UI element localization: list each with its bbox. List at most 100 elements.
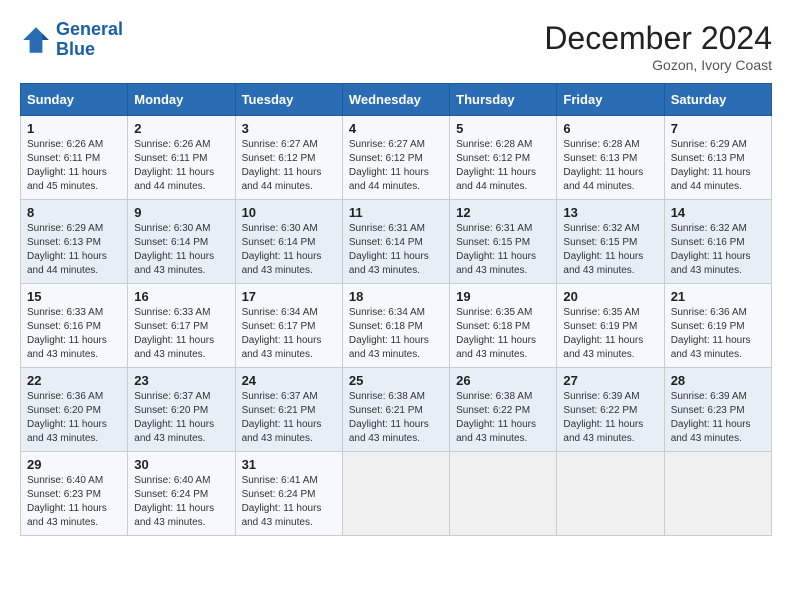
day-info: Sunrise: 6:34 AM Sunset: 6:17 PM Dayligh… <box>242 306 336 362</box>
month-title: December 2024 <box>544 20 772 57</box>
calendar-day-cell: 3 Sunrise: 6:27 AM Sunset: 6:12 PM Dayli… <box>235 116 342 200</box>
calendar-week-row: 8 Sunrise: 6:29 AM Sunset: 6:13 PM Dayli… <box>21 200 772 284</box>
day-of-week-header: Monday <box>128 84 235 116</box>
day-info: Sunrise: 6:29 AM Sunset: 6:13 PM Dayligh… <box>27 222 121 278</box>
day-info: Sunrise: 6:26 AM Sunset: 6:11 PM Dayligh… <box>134 138 228 194</box>
day-info: Sunrise: 6:38 AM Sunset: 6:21 PM Dayligh… <box>349 390 443 446</box>
calendar-day-cell: 29 Sunrise: 6:40 AM Sunset: 6:23 PM Dayl… <box>21 452 128 536</box>
day-info: Sunrise: 6:30 AM Sunset: 6:14 PM Dayligh… <box>242 222 336 278</box>
day-number: 18 <box>349 289 443 304</box>
calendar-body: 1 Sunrise: 6:26 AM Sunset: 6:11 PM Dayli… <box>21 116 772 536</box>
day-info: Sunrise: 6:39 AM Sunset: 6:22 PM Dayligh… <box>563 390 657 446</box>
day-info: Sunrise: 6:40 AM Sunset: 6:23 PM Dayligh… <box>27 474 121 530</box>
calendar-day-cell: 16 Sunrise: 6:33 AM Sunset: 6:17 PM Dayl… <box>128 284 235 368</box>
calendar-day-cell: 9 Sunrise: 6:30 AM Sunset: 6:14 PM Dayli… <box>128 200 235 284</box>
calendar-day-cell: 6 Sunrise: 6:28 AM Sunset: 6:13 PM Dayli… <box>557 116 664 200</box>
day-of-week-header: Tuesday <box>235 84 342 116</box>
calendar-day-cell: 7 Sunrise: 6:29 AM Sunset: 6:13 PM Dayli… <box>664 116 771 200</box>
calendar-day-cell <box>342 452 449 536</box>
calendar-day-cell: 2 Sunrise: 6:26 AM Sunset: 6:11 PM Dayli… <box>128 116 235 200</box>
calendar-day-cell: 13 Sunrise: 6:32 AM Sunset: 6:15 PM Dayl… <box>557 200 664 284</box>
day-info: Sunrise: 6:37 AM Sunset: 6:20 PM Dayligh… <box>134 390 228 446</box>
location-subtitle: Gozon, Ivory Coast <box>544 57 772 73</box>
day-info: Sunrise: 6:35 AM Sunset: 6:19 PM Dayligh… <box>563 306 657 362</box>
calendar-day-cell: 28 Sunrise: 6:39 AM Sunset: 6:23 PM Dayl… <box>664 368 771 452</box>
day-info: Sunrise: 6:32 AM Sunset: 6:16 PM Dayligh… <box>671 222 765 278</box>
calendar-day-cell: 19 Sunrise: 6:35 AM Sunset: 6:18 PM Dayl… <box>450 284 557 368</box>
day-info: Sunrise: 6:28 AM Sunset: 6:12 PM Dayligh… <box>456 138 550 194</box>
calendar-week-row: 29 Sunrise: 6:40 AM Sunset: 6:23 PM Dayl… <box>21 452 772 536</box>
day-info: Sunrise: 6:41 AM Sunset: 6:24 PM Dayligh… <box>242 474 336 530</box>
day-number: 1 <box>27 121 121 136</box>
day-info: Sunrise: 6:28 AM Sunset: 6:13 PM Dayligh… <box>563 138 657 194</box>
calendar-day-cell: 14 Sunrise: 6:32 AM Sunset: 6:16 PM Dayl… <box>664 200 771 284</box>
day-info: Sunrise: 6:35 AM Sunset: 6:18 PM Dayligh… <box>456 306 550 362</box>
day-number: 2 <box>134 121 228 136</box>
calendar-table: SundayMondayTuesdayWednesdayThursdayFrid… <box>20 83 772 536</box>
calendar-day-cell <box>557 452 664 536</box>
day-of-week-header: Saturday <box>664 84 771 116</box>
day-number: 12 <box>456 205 550 220</box>
day-number: 13 <box>563 205 657 220</box>
day-of-week-header: Wednesday <box>342 84 449 116</box>
calendar-day-cell: 20 Sunrise: 6:35 AM Sunset: 6:19 PM Dayl… <box>557 284 664 368</box>
calendar-day-cell: 30 Sunrise: 6:40 AM Sunset: 6:24 PM Dayl… <box>128 452 235 536</box>
day-number: 16 <box>134 289 228 304</box>
day-number: 5 <box>456 121 550 136</box>
day-number: 14 <box>671 205 765 220</box>
calendar-day-cell: 27 Sunrise: 6:39 AM Sunset: 6:22 PM Dayl… <box>557 368 664 452</box>
calendar-day-cell <box>450 452 557 536</box>
day-of-week-header: Thursday <box>450 84 557 116</box>
day-number: 23 <box>134 373 228 388</box>
day-number: 6 <box>563 121 657 136</box>
logo: General Blue <box>20 20 123 60</box>
calendar-week-row: 1 Sunrise: 6:26 AM Sunset: 6:11 PM Dayli… <box>21 116 772 200</box>
day-number: 26 <box>456 373 550 388</box>
day-info: Sunrise: 6:31 AM Sunset: 6:14 PM Dayligh… <box>349 222 443 278</box>
day-number: 24 <box>242 373 336 388</box>
day-info: Sunrise: 6:26 AM Sunset: 6:11 PM Dayligh… <box>27 138 121 194</box>
day-number: 11 <box>349 205 443 220</box>
day-number: 7 <box>671 121 765 136</box>
day-number: 29 <box>27 457 121 472</box>
day-number: 28 <box>671 373 765 388</box>
day-info: Sunrise: 6:39 AM Sunset: 6:23 PM Dayligh… <box>671 390 765 446</box>
day-info: Sunrise: 6:31 AM Sunset: 6:15 PM Dayligh… <box>456 222 550 278</box>
day-info: Sunrise: 6:29 AM Sunset: 6:13 PM Dayligh… <box>671 138 765 194</box>
calendar-day-cell: 18 Sunrise: 6:34 AM Sunset: 6:18 PM Dayl… <box>342 284 449 368</box>
day-number: 8 <box>27 205 121 220</box>
calendar-day-cell: 1 Sunrise: 6:26 AM Sunset: 6:11 PM Dayli… <box>21 116 128 200</box>
day-info: Sunrise: 6:33 AM Sunset: 6:16 PM Dayligh… <box>27 306 121 362</box>
day-info: Sunrise: 6:37 AM Sunset: 6:21 PM Dayligh… <box>242 390 336 446</box>
day-info: Sunrise: 6:34 AM Sunset: 6:18 PM Dayligh… <box>349 306 443 362</box>
calendar-day-cell: 24 Sunrise: 6:37 AM Sunset: 6:21 PM Dayl… <box>235 368 342 452</box>
day-number: 25 <box>349 373 443 388</box>
day-number: 27 <box>563 373 657 388</box>
day-info: Sunrise: 6:30 AM Sunset: 6:14 PM Dayligh… <box>134 222 228 278</box>
day-info: Sunrise: 6:32 AM Sunset: 6:15 PM Dayligh… <box>563 222 657 278</box>
logo-text: General Blue <box>56 20 123 60</box>
calendar-day-cell: 11 Sunrise: 6:31 AM Sunset: 6:14 PM Dayl… <box>342 200 449 284</box>
day-info: Sunrise: 6:40 AM Sunset: 6:24 PM Dayligh… <box>134 474 228 530</box>
day-number: 10 <box>242 205 336 220</box>
calendar-day-cell <box>664 452 771 536</box>
title-block: December 2024 Gozon, Ivory Coast <box>544 20 772 73</box>
day-info: Sunrise: 6:38 AM Sunset: 6:22 PM Dayligh… <box>456 390 550 446</box>
calendar-day-cell: 31 Sunrise: 6:41 AM Sunset: 6:24 PM Dayl… <box>235 452 342 536</box>
day-number: 30 <box>134 457 228 472</box>
calendar-day-cell: 21 Sunrise: 6:36 AM Sunset: 6:19 PM Dayl… <box>664 284 771 368</box>
day-info: Sunrise: 6:27 AM Sunset: 6:12 PM Dayligh… <box>242 138 336 194</box>
day-info: Sunrise: 6:33 AM Sunset: 6:17 PM Dayligh… <box>134 306 228 362</box>
logo-icon <box>20 24 52 56</box>
calendar-week-row: 15 Sunrise: 6:33 AM Sunset: 6:16 PM Dayl… <box>21 284 772 368</box>
calendar-day-cell: 26 Sunrise: 6:38 AM Sunset: 6:22 PM Dayl… <box>450 368 557 452</box>
calendar-day-cell: 4 Sunrise: 6:27 AM Sunset: 6:12 PM Dayli… <box>342 116 449 200</box>
day-info: Sunrise: 6:36 AM Sunset: 6:19 PM Dayligh… <box>671 306 765 362</box>
day-of-week-header: Friday <box>557 84 664 116</box>
calendar-day-cell: 25 Sunrise: 6:38 AM Sunset: 6:21 PM Dayl… <box>342 368 449 452</box>
day-info: Sunrise: 6:36 AM Sunset: 6:20 PM Dayligh… <box>27 390 121 446</box>
calendar-day-cell: 8 Sunrise: 6:29 AM Sunset: 6:13 PM Dayli… <box>21 200 128 284</box>
calendar-day-cell: 17 Sunrise: 6:34 AM Sunset: 6:17 PM Dayl… <box>235 284 342 368</box>
calendar-day-cell: 23 Sunrise: 6:37 AM Sunset: 6:20 PM Dayl… <box>128 368 235 452</box>
day-number: 19 <box>456 289 550 304</box>
